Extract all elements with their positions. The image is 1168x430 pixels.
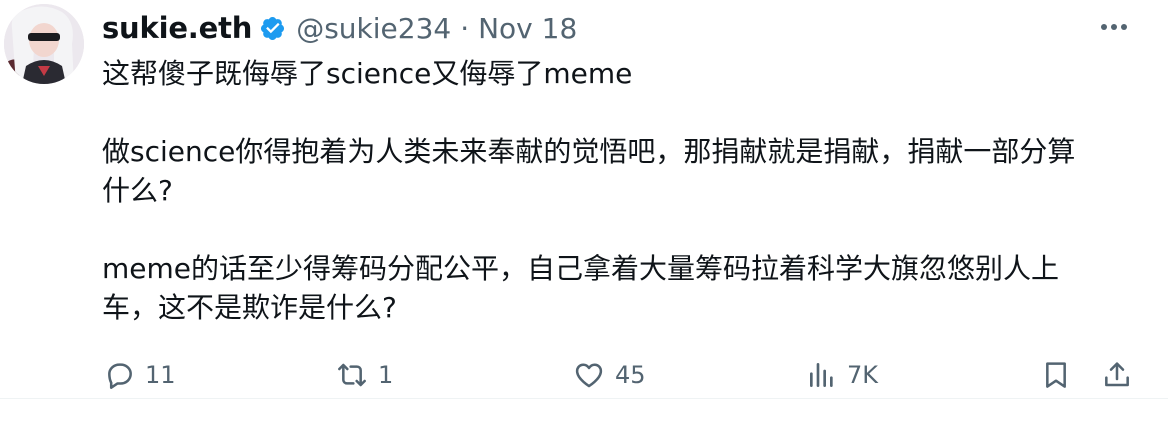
tweet-card: sukie.eth @sukie234 · Nov 18 这帮傻子既侮辱了sci… <box>0 0 1168 430</box>
like-icon <box>575 363 603 388</box>
tweet-text: 这帮傻子既侮辱了science又侮辱了meme 做science你得抱着为人类未… <box>102 54 1142 327</box>
bottom-divider <box>0 398 1168 399</box>
verified-badge-icon <box>261 16 285 40</box>
repost-button[interactable]: 1 <box>335 355 393 395</box>
action-bar: 11 1 45 7K <box>0 355 1168 399</box>
bookmark-button[interactable] <box>1040 355 1072 395</box>
views-button[interactable]: 7K <box>806 355 878 395</box>
tweet-line: meme的话至少得筹码分配公平，自己拿着大量筹码拉着科学大旗忽悠别人上 <box>102 252 1060 285</box>
avatar[interactable] <box>4 4 84 84</box>
reply-icon <box>108 363 132 389</box>
bookmark-icon <box>1046 362 1066 388</box>
like-count: 45 <box>615 361 646 389</box>
like-button[interactable]: 45 <box>572 355 646 395</box>
more-icon[interactable] <box>1094 10 1134 44</box>
reply-button[interactable]: 11 <box>104 355 176 395</box>
repost-icon <box>338 363 366 387</box>
share-icon <box>1105 362 1129 387</box>
views-count: 7K <box>847 361 879 389</box>
tweet-line: 这帮傻子既侮辱了science又侮辱了meme <box>102 57 633 90</box>
avatar-image <box>4 4 84 84</box>
share-button[interactable] <box>1101 355 1133 395</box>
repost-count: 1 <box>378 361 394 389</box>
tweet-line: 车，这不是欺诈是什么? <box>102 291 397 324</box>
reply-count: 11 <box>145 361 176 389</box>
tweet-line: 什么? <box>102 174 173 207</box>
views-icon <box>810 363 833 387</box>
display-name[interactable]: sukie.eth <box>102 11 252 45</box>
header-separator: · <box>460 11 470 45</box>
tweet-line: 做science你得抱着为人类未来奉献的觉悟吧，那捐献就是捐献，捐献一部分算 <box>102 135 1076 168</box>
tweet-date[interactable]: Nov 18 <box>478 12 577 45</box>
tweet-header: sukie.eth @sukie234 · Nov 18 <box>102 8 1098 48</box>
user-handle[interactable]: @sukie234 <box>296 12 451 45</box>
